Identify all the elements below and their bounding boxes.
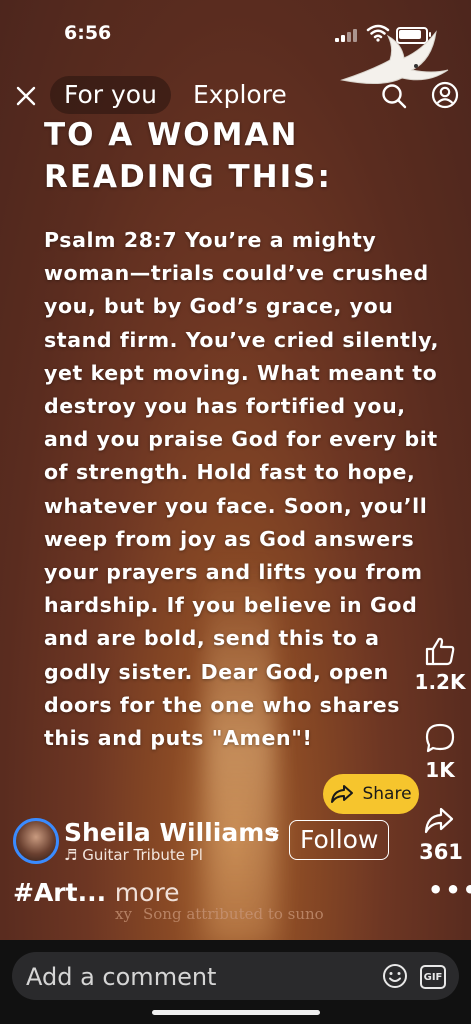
verified-badge-icon: ✲ <box>268 826 280 842</box>
body-line: this and puts "Amen"! <box>44 726 313 751</box>
status-bar: 6:56 <box>0 0 471 84</box>
caption-hashtag: #Art... <box>13 878 107 907</box>
comment-input[interactable]: Add a comment GIF <box>12 952 459 1000</box>
body-line: destroy you has fortified you, <box>44 394 406 419</box>
body-line: Psalm 28:7 You’re a mighty <box>44 228 377 252</box>
home-indicator <box>152 1010 320 1015</box>
body-line: doors for the one who shares <box>44 692 401 717</box>
more-options-icon[interactable]: ••• <box>428 876 471 904</box>
thumbs-up-icon <box>425 637 455 666</box>
body-line: and are bold, send this to a <box>44 626 380 651</box>
author-name[interactable]: Sheila Williams <box>64 818 279 847</box>
share-arrow-icon <box>331 785 354 803</box>
comment-count: 1K <box>425 758 455 782</box>
song-credit-text: Song attributed to suno <box>143 905 324 923</box>
share-count: 361 <box>419 840 463 864</box>
search-icon[interactable] <box>380 82 408 110</box>
body-line: yet kept moving. What meant to <box>44 360 438 385</box>
body-line: whatever you face. Soon, you’ll <box>44 493 428 518</box>
profile-icon[interactable] <box>431 81 459 109</box>
tab-explore[interactable]: Explore <box>193 76 287 114</box>
gif-button[interactable]: GIF <box>420 965 446 989</box>
body-line: godly sister. Dear God, open <box>44 659 389 684</box>
top-navigation: For you Explore <box>0 74 471 118</box>
comment-placeholder: Add a comment <box>26 963 217 991</box>
post-headline: TO A WOMAN READING THIS: <box>44 114 364 198</box>
status-time: 6:56 <box>64 22 112 44</box>
caption[interactable]: #Art... more <box>13 878 180 907</box>
follow-button[interactable]: Follow <box>289 820 390 860</box>
like-button[interactable]: 1.2K <box>410 636 470 694</box>
tab-for-you[interactable]: For you <box>50 76 171 114</box>
body-line: and you praise God for every bit <box>44 427 438 452</box>
body-line: weep from joy as God answers <box>44 526 415 551</box>
song-credit-prefix: xy <box>115 905 132 923</box>
share-button[interactable]: Share <box>323 774 419 814</box>
like-count: 1.2K <box>414 670 466 694</box>
comment-button[interactable]: 1K <box>410 722 470 782</box>
close-icon[interactable] <box>12 82 40 110</box>
music-track[interactable]: ♬ Guitar Tribute Pl <box>64 848 284 862</box>
body-line: of strength. Hold fast to hope, <box>44 460 416 485</box>
body-line: your prayers and lifts you from <box>44 560 423 585</box>
song-credit: xy Song attributed to suno <box>115 905 324 923</box>
headline-line: READING THIS: <box>44 159 332 195</box>
body-line: you, but by God’s grace, you <box>44 294 394 319</box>
body-line: stand firm. You’ve cried silently, <box>44 327 439 352</box>
body-line: hardship. If you believe in God <box>44 593 418 618</box>
share-label: Share <box>362 784 412 804</box>
post-body: Psalm 28:7 You’re a mighty woman—trials … <box>44 224 439 755</box>
comment-bubble-icon <box>425 723 455 753</box>
emoji-icon[interactable] <box>382 963 408 989</box>
caption-more-link[interactable]: more <box>115 878 180 907</box>
headline-line: TO A WOMAN <box>44 117 299 153</box>
body-line: woman—trials could’ve crushed <box>44 261 429 286</box>
avatar[interactable] <box>13 818 59 864</box>
share-arrow-icon[interactable] <box>423 806 455 836</box>
